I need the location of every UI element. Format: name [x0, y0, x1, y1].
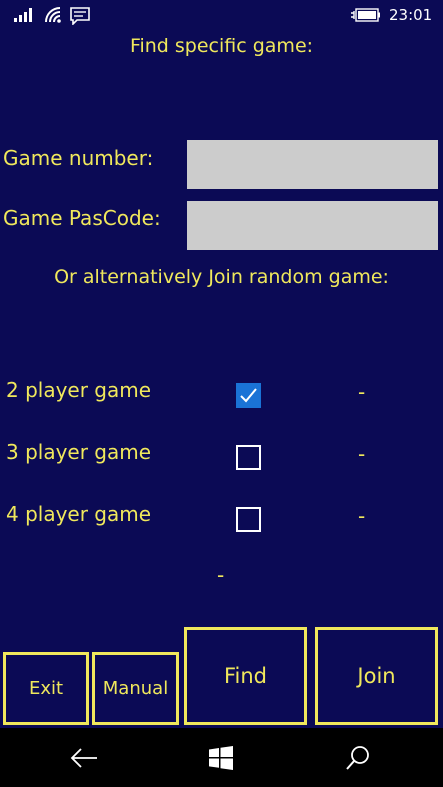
game-passcode-label: Game PasCode:: [3, 206, 161, 230]
find-game-heading: Find specific game:: [129, 35, 314, 57]
exit-button[interactable]: Exit: [3, 652, 89, 725]
message-icon: [70, 7, 90, 25]
back-arrow-icon: [70, 747, 97, 768]
four-player-count: -: [358, 504, 366, 528]
game-number-label: Game number:: [3, 146, 154, 170]
find-button[interactable]: Find: [184, 627, 307, 725]
clock: 23:01: [389, 6, 433, 24]
join-button[interactable]: Join: [315, 627, 438, 725]
four-player-label: 4 player game: [6, 502, 152, 526]
random-game-heading: Or alternatively Join random game:: [54, 266, 389, 288]
search-status: -: [217, 563, 225, 587]
three-player-count: -: [358, 442, 366, 466]
two-player-label: 2 player game: [6, 378, 152, 402]
battery-charging-icon: [351, 8, 380, 22]
three-player-checkbox[interactable]: [236, 445, 261, 470]
navigation-bar: [0, 728, 443, 787]
home-button[interactable]: [181, 728, 261, 787]
status-bar: 23:01: [0, 0, 443, 32]
four-player-checkbox[interactable]: [236, 507, 261, 532]
search-icon: [346, 745, 369, 770]
wifi-icon: [45, 7, 61, 23]
two-player-count: -: [358, 380, 366, 404]
two-player-checkbox[interactable]: [236, 383, 261, 408]
search-button[interactable]: [318, 728, 398, 787]
manual-button[interactable]: Manual: [92, 652, 179, 725]
game-number-input[interactable]: [187, 140, 438, 189]
back-button[interactable]: [44, 728, 124, 787]
game-passcode-input[interactable]: [187, 201, 438, 250]
checkmark-icon: [240, 388, 257, 403]
signal-icon: [14, 8, 32, 22]
windows-icon: [209, 745, 233, 770]
three-player-label: 3 player game: [6, 440, 152, 464]
